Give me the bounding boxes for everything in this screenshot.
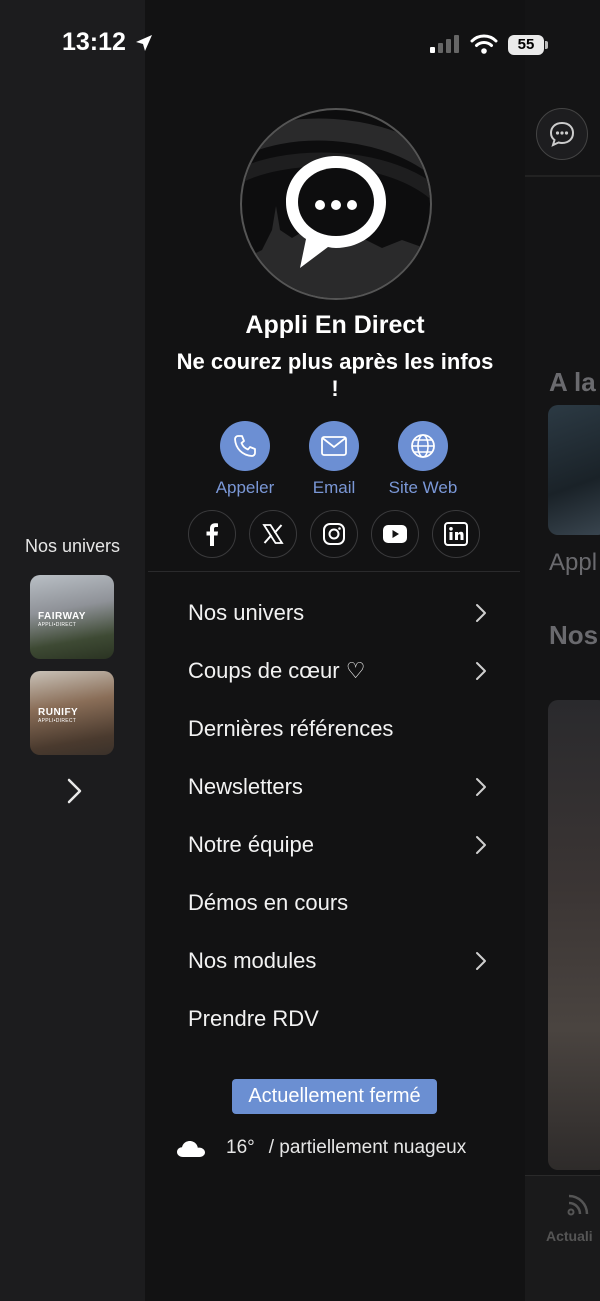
- large-card-image[interactable]: [548, 700, 600, 1170]
- app-name: Appli En Direct: [245, 311, 425, 339]
- app-logo-avatar: [240, 108, 432, 300]
- battery-indicator: 55: [508, 35, 544, 55]
- linkedin-button[interactable]: [432, 510, 480, 558]
- menu-item-label: Prendre RDV: [188, 1006, 319, 1031]
- background-app: A la Appl Nos Actuali: [525, 0, 600, 1301]
- email-button[interactable]: [309, 421, 359, 471]
- website-button[interactable]: [398, 421, 448, 471]
- menu-item-label: Nos modules: [188, 948, 317, 973]
- app-logo-icon: [242, 118, 430, 298]
- menu-item-label: Notre équipe: [188, 832, 314, 857]
- youtube-button[interactable]: [371, 510, 419, 558]
- menu-item[interactable]: Nos univers: [188, 591, 488, 635]
- fairway-logo: FAIRWAY APPLI•DIRECT: [38, 611, 86, 628]
- wifi-icon: [470, 34, 498, 54]
- chevron-right-icon: [476, 952, 486, 970]
- chat-button[interactable]: [536, 108, 588, 160]
- chevron-right-icon: [476, 604, 486, 622]
- chat-icon: [549, 121, 575, 147]
- header-divider: [525, 175, 600, 177]
- menu-item[interactable]: Coups de cœur ♡: [188, 649, 488, 693]
- universe-runify[interactable]: RUNIFY APPLI•DIRECT: [30, 671, 114, 755]
- menu-item[interactable]: Nos modules: [188, 939, 488, 983]
- menu-item[interactable]: Dernières références: [188, 707, 488, 751]
- instagram-button[interactable]: [310, 510, 358, 558]
- envelope-icon: [321, 436, 347, 456]
- weather-temperature: 16°: [226, 1137, 255, 1158]
- battery-cap: [545, 41, 548, 49]
- chevron-right-icon: [476, 662, 486, 680]
- universe-fairway[interactable]: FAIRWAY APPLI•DIRECT: [30, 575, 114, 659]
- location-arrow-icon: [136, 35, 152, 51]
- linkedin-icon: [444, 522, 468, 546]
- status-time: 13:12: [62, 28, 126, 56]
- weather-info: 16° / partiellement nuageux: [176, 1137, 466, 1159]
- menu-item[interactable]: Notre équipe: [188, 823, 488, 867]
- facebook-icon: [206, 523, 218, 546]
- phone-icon: [234, 435, 256, 457]
- card-text: Appl: [549, 549, 598, 576]
- universes-rail: Nos univers FAIRWAY APPLI•DIRECT RUNIFY …: [0, 0, 145, 1301]
- website-label[interactable]: Site Web: [368, 478, 478, 498]
- menu-item-label: Newsletters: [188, 774, 303, 799]
- section-heading-2: Nos: [549, 620, 599, 650]
- menu-item-label: Nos univers: [188, 600, 305, 625]
- menu-item-label: Démos en cours: [188, 890, 349, 915]
- facebook-button[interactable]: [188, 510, 236, 558]
- chevron-right-icon: [476, 836, 486, 854]
- cloud-icon: [177, 1141, 205, 1157]
- menu-item-label: Coups de cœur ♡: [188, 658, 366, 683]
- youtube-icon: [383, 525, 407, 543]
- signal-icon: [430, 35, 459, 53]
- chevron-right-icon: [476, 778, 486, 796]
- tab-label[interactable]: Actuali: [546, 1228, 593, 1244]
- featured-card-image[interactable]: [548, 405, 600, 535]
- x-button[interactable]: [249, 510, 297, 558]
- call-button[interactable]: [220, 421, 270, 471]
- menu-item[interactable]: Démos en cours: [188, 881, 488, 925]
- runify-logo: RUNIFY APPLI•DIRECT: [38, 707, 79, 724]
- chevron-right-icon[interactable]: [60, 776, 88, 806]
- menu-item[interactable]: Prendre RDV: [188, 997, 488, 1041]
- feed-icon: [567, 1194, 589, 1216]
- globe-icon: [411, 434, 435, 458]
- weather-description: / partiellement nuageux: [268, 1137, 467, 1158]
- menu-item-label: Dernières références: [188, 716, 394, 741]
- x-twitter-icon: [262, 524, 284, 544]
- app-tagline: Ne courez plus après les infos !: [176, 349, 494, 401]
- open-status-badge: Actuellement fermé: [232, 1079, 437, 1114]
- instagram-icon: [323, 523, 345, 545]
- drawer-divider: [148, 571, 520, 572]
- menu-item[interactable]: Newsletters: [188, 765, 488, 809]
- rail-title: Nos univers: [24, 536, 121, 556]
- section-heading: A la: [549, 367, 596, 397]
